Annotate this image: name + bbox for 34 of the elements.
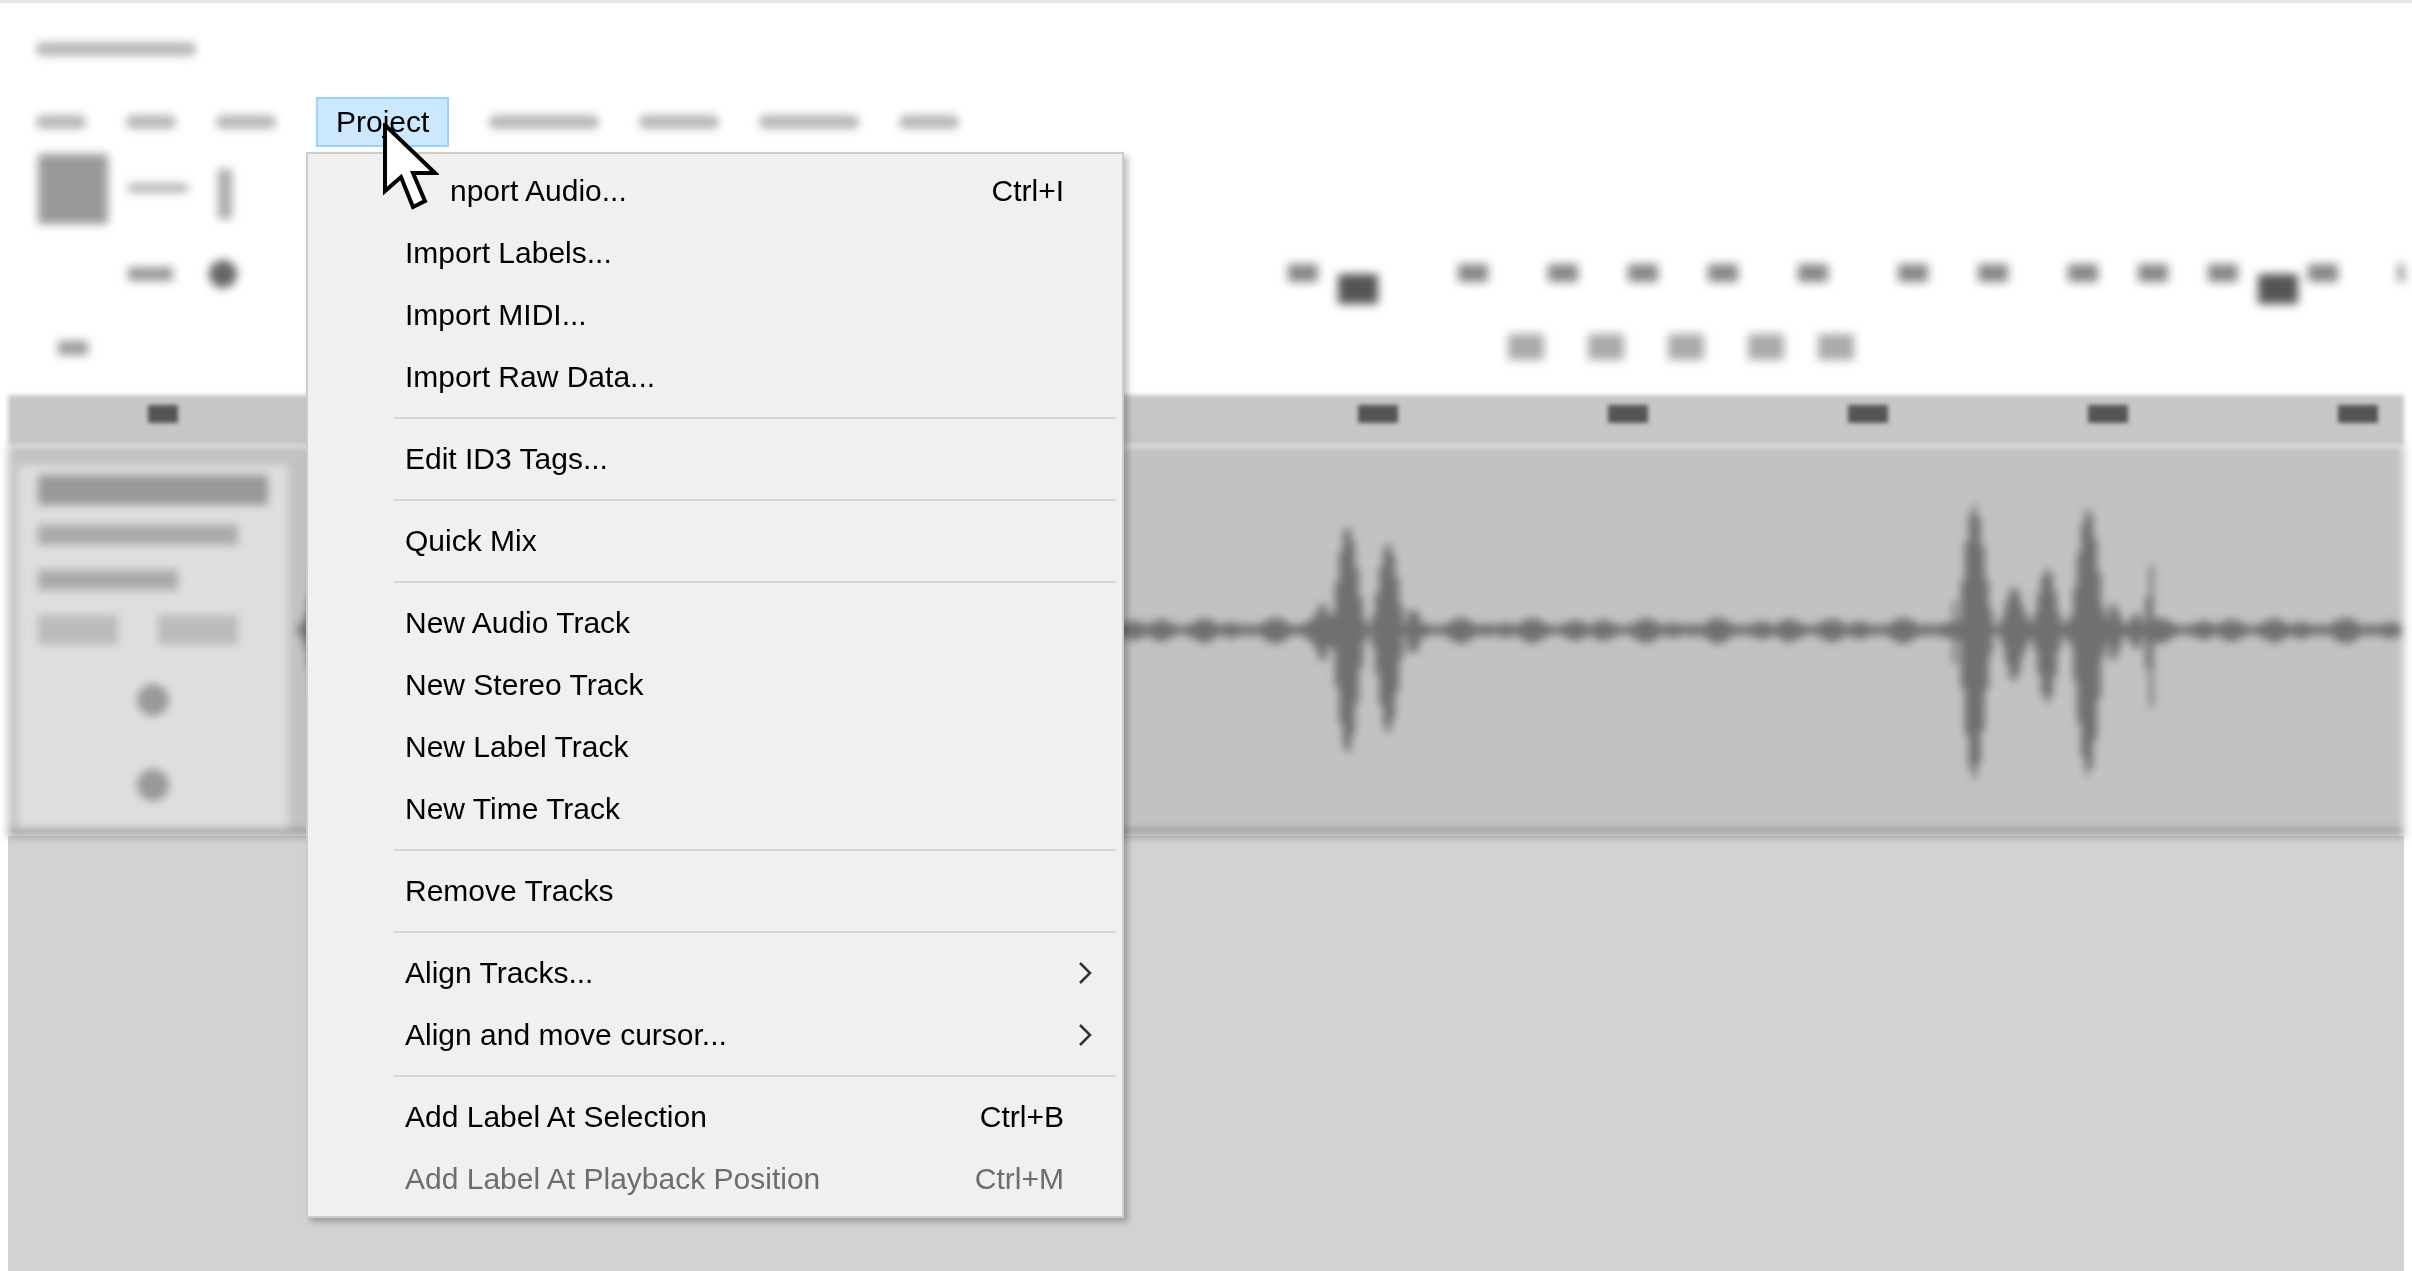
menu-item[interactable]: Align Tracks...	[308, 942, 1122, 1004]
menu-item[interactable]: Align and move cursor...	[308, 1004, 1122, 1066]
menu-item[interactable]: New Time Track	[308, 778, 1122, 840]
menu-item-label: Quick Mix	[405, 524, 538, 558]
menu-item-label: Add Label At Playback Position	[405, 1162, 822, 1196]
shortcut-label: Ctrl+I	[991, 174, 1064, 208]
menu-item-label: Remove Tracks	[405, 874, 615, 908]
menu-item[interactable]: Add Label At Selection Ctrl+B	[308, 1086, 1122, 1148]
menu-item-label: Add Label At Selection	[405, 1100, 708, 1134]
menu-item-label: New Time Track	[405, 792, 622, 826]
menu-item-label: Align and move cursor...	[405, 1018, 728, 1052]
menu-item[interactable]: New Audio Track	[308, 592, 1122, 654]
menu-item-label: Import Labels...	[405, 236, 613, 270]
menu-item[interactable]: nport Audio... Ctrl+I	[308, 160, 1122, 222]
menu-item[interactable]: Import MIDI...	[308, 284, 1122, 346]
menu-item[interactable]: Import Labels...	[308, 222, 1122, 284]
menu-item-label: Edit ID3 Tags...	[405, 442, 609, 476]
menu-item[interactable]: Import Raw Data...	[308, 346, 1122, 408]
menu-item-label: New Audio Track	[405, 606, 632, 640]
menu-item[interactable]: Edit ID3 Tags...	[308, 428, 1122, 490]
menu-item[interactable]: Quick Mix	[308, 510, 1122, 572]
menu-item-label: New Stereo Track	[405, 668, 645, 702]
menu-item-label: Import Raw Data...	[405, 360, 657, 394]
shortcut-label: Ctrl+M	[974, 1162, 1064, 1196]
chevron-right-icon	[1078, 961, 1092, 985]
menu-item-label: Align Tracks...	[405, 956, 595, 990]
menu-item-label: New Label Track	[405, 730, 630, 764]
menu-item[interactable]: New Label Track	[308, 716, 1122, 778]
shortcut-label: Ctrl+B	[979, 1100, 1064, 1134]
menu-item-label: Import MIDI...	[405, 298, 588, 332]
menu-item[interactable]: Remove Tracks	[308, 860, 1122, 922]
menu-item[interactable]: New Stereo Track	[308, 654, 1122, 716]
chevron-right-icon	[1078, 1023, 1092, 1047]
menu-item-label: nport Audio...	[450, 174, 628, 208]
